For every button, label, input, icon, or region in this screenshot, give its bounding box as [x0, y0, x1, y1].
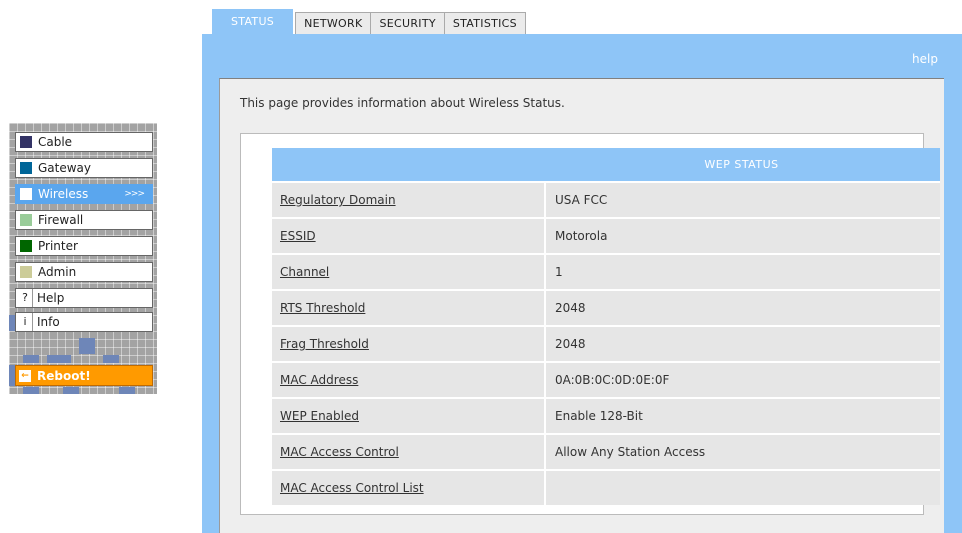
table-header-row: WEP STATUS: [272, 148, 940, 182]
nav-item-label: Admin: [38, 265, 77, 279]
nav-item-label: Firewall: [38, 213, 84, 227]
decor-block: [23, 387, 39, 394]
row-label-cell: Channel: [272, 253, 546, 290]
reboot-button[interactable]: ← Reboot!: [15, 365, 153, 386]
tab-network[interactable]: NETWORK: [295, 12, 372, 34]
row-label-cell: WEP Enabled: [272, 397, 546, 434]
wep-status-table: WEP STATUS Regulatory Domain USA FCC ESS…: [272, 148, 940, 505]
row-label-cell: RTS Threshold: [272, 289, 546, 326]
rts-threshold-value: 2048: [545, 289, 940, 326]
side-navigation: Cable Gateway Wireless >>> Firewall Prin…: [9, 123, 157, 394]
decor-block: [23, 355, 39, 363]
frag-threshold-value: 2048: [545, 325, 940, 362]
mac-access-control-list-value: [545, 469, 940, 505]
essid-link[interactable]: ESSID: [280, 229, 316, 243]
content-panel: This page provides information about Wir…: [219, 78, 944, 533]
table-row: WEP Enabled Enable 128-Bit: [272, 397, 940, 434]
decor-block: [47, 355, 71, 363]
decor-block: [9, 315, 15, 331]
wep-status-header: WEP STATUS: [272, 148, 940, 182]
tab-bar: STATUS NETWORK SECURITY STATISTICS: [212, 9, 526, 34]
row-label-cell: ESSID: [272, 217, 546, 254]
table-row: ESSID Motorola: [272, 217, 940, 254]
row-label-cell: Frag Threshold: [272, 325, 546, 362]
nav-item-label: Cable: [38, 135, 73, 149]
nav-item-info[interactable]: i Info: [15, 312, 153, 332]
nav-item-gateway[interactable]: Gateway: [15, 158, 153, 178]
nav-item-label: Wireless: [38, 187, 89, 201]
active-arrows-icon: >>>: [124, 189, 145, 199]
regulatory-domain-link[interactable]: Regulatory Domain: [280, 193, 396, 207]
nav-item-firewall[interactable]: Firewall: [15, 210, 153, 230]
nav-item-label: Printer: [38, 239, 78, 253]
rts-threshold-link[interactable]: RTS Threshold: [280, 301, 365, 315]
channel-link[interactable]: Channel: [280, 265, 329, 279]
intro-text: This page provides information about Wir…: [240, 96, 565, 110]
nav-item-label: Help: [37, 291, 65, 305]
decor-block: [63, 387, 79, 394]
row-label-cell: MAC Access Control List: [272, 469, 546, 505]
reboot-icon: ←: [19, 369, 31, 382]
regulatory-domain-value: USA FCC: [545, 181, 940, 218]
frag-threshold-link[interactable]: Frag Threshold: [280, 337, 369, 351]
nav-item-label: Info: [37, 315, 60, 329]
mac-access-control-link[interactable]: MAC Access Control: [280, 445, 399, 459]
wep-enabled-link[interactable]: WEP Enabled: [280, 409, 359, 423]
table-row: MAC Access Control List: [272, 469, 940, 505]
nav-item-help[interactable]: ? Help: [15, 288, 153, 308]
nav-item-admin[interactable]: Admin: [15, 262, 153, 282]
essid-value: Motorola: [545, 217, 940, 254]
gateway-color-icon: [20, 162, 32, 174]
table-row: MAC Access Control Allow Any Station Acc…: [272, 433, 940, 470]
table-row: MAC Address 0A:0B:0C:0D:0E:0F: [272, 361, 940, 398]
wireless-color-icon: [20, 188, 32, 200]
question-mark-icon: ?: [18, 289, 33, 307]
help-link[interactable]: help: [912, 52, 938, 66]
decor-block: [103, 355, 119, 363]
status-box: WEP STATUS Regulatory Domain USA FCC ESS…: [240, 133, 940, 515]
wep-enabled-value: Enable 128-Bit: [545, 397, 940, 434]
main-frame: help This page provides information abou…: [202, 34, 962, 533]
channel-value: 1: [545, 253, 940, 290]
nav-item-label: Gateway: [38, 161, 92, 175]
mac-access-control-list-link[interactable]: MAC Access Control List: [280, 481, 424, 495]
reboot-label: Reboot!: [37, 368, 91, 383]
mac-address-link[interactable]: MAC Address: [280, 373, 358, 387]
tab-security[interactable]: SECURITY: [370, 12, 445, 34]
nav-item-wireless[interactable]: Wireless >>>: [15, 184, 153, 204]
row-label-cell: MAC Address: [272, 361, 546, 398]
tab-statistics[interactable]: STATISTICS: [443, 12, 526, 34]
table-row: RTS Threshold 2048: [272, 289, 940, 326]
decor-block: [119, 387, 135, 394]
tab-status[interactable]: STATUS: [212, 9, 294, 34]
table-row: Frag Threshold 2048: [272, 325, 940, 362]
row-label-cell: Regulatory Domain: [272, 181, 546, 218]
info-icon: i: [18, 313, 33, 331]
decor-block: [79, 338, 95, 354]
nav-item-printer[interactable]: Printer: [15, 236, 153, 256]
mac-access-control-value: Allow Any Station Access: [545, 433, 940, 470]
cable-color-icon: [20, 136, 32, 148]
table-row: Channel 1: [272, 253, 940, 290]
printer-color-icon: [20, 240, 32, 252]
nav-item-cable[interactable]: Cable: [15, 132, 153, 152]
firewall-color-icon: [20, 214, 32, 226]
table-row: Regulatory Domain USA FCC: [272, 181, 940, 218]
row-label-cell: MAC Access Control: [272, 433, 546, 470]
admin-color-icon: [20, 266, 32, 278]
mac-address-value: 0A:0B:0C:0D:0E:0F: [545, 361, 940, 398]
